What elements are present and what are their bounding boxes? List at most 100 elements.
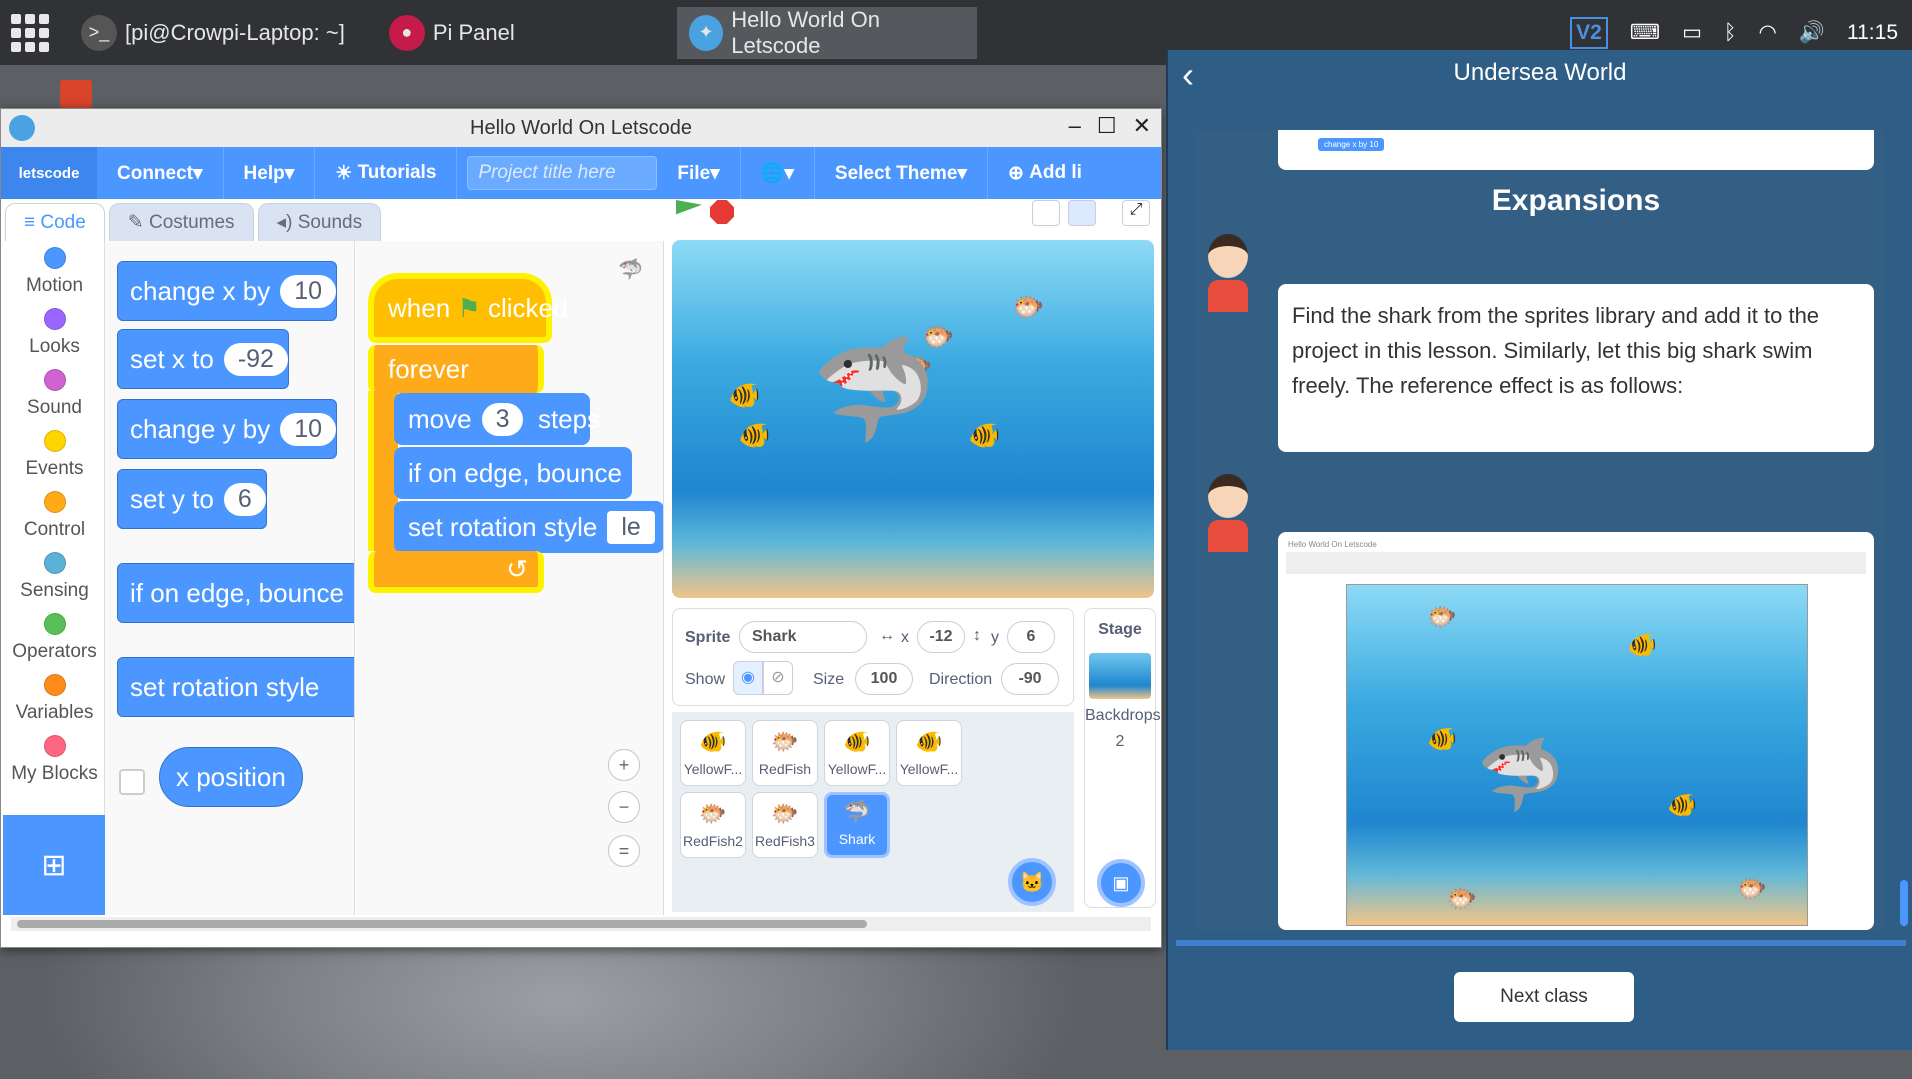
sprite-tile[interactable]: 🐡 RedFish3 [752,792,818,858]
yellow-fish-sprite[interactable]: 🐠 [738,420,770,451]
next-class-button[interactable]: Next class [1454,972,1634,1022]
bluetooth-icon[interactable]: ᛒ [1724,21,1737,45]
red-fish-sprite[interactable]: 🐡 [1012,292,1044,323]
taskbar-letscode[interactable]: ✦ Hello World On Letscode [676,6,977,59]
sprite-tile[interactable]: 🦈 Shark [824,792,890,858]
choose-backdrop-button[interactable]: ▣ [1097,859,1145,907]
battery-icon[interactable]: ▭ [1682,20,1702,45]
menu-help[interactable]: Help▾ [224,147,316,199]
vnc-icon[interactable]: V2 [1570,16,1608,49]
shark-sprite[interactable]: 🦈 [812,332,937,449]
menu-tutorials[interactable]: ☀ Tutorials [315,147,458,199]
y-field[interactable]: 6 [1007,621,1055,653]
choose-sprite-button[interactable]: 🐱 [1008,858,1056,906]
loop-arrow-icon: ↺ [506,553,528,584]
lesson-heading: Expansions [1491,184,1661,217]
category-motion[interactable]: Motion [5,241,104,302]
category-dot-icon [43,612,66,635]
close-button[interactable]: ✕ [1133,113,1151,139]
block-move-steps[interactable]: move 3 steps [394,393,600,445]
block-set-rotation-style-script[interactable]: set rotation style le [394,501,663,553]
zoom-out-button[interactable]: − [608,791,640,823]
tab-sounds[interactable]: ◂) Sounds [257,203,382,241]
tab-costumes[interactable]: ✎ Costumes [108,203,254,241]
block-if-on-edge-bounce[interactable]: if on edge, bounce [117,563,354,623]
block-set-x[interactable]: set x to -92 [117,329,289,389]
yellow-fish-sprite[interactable]: 🐠 [968,420,1000,451]
image-icon: ▣ [1112,872,1130,893]
category-sound[interactable]: Sound [5,363,104,424]
category-my-blocks[interactable]: My Blocks [5,729,104,790]
block-if-on-edge-bounce-script[interactable]: if on edge, bounce [394,447,632,499]
trash-icon[interactable] [60,80,92,110]
category-dot-icon [43,368,66,391]
sprite-tile[interactable]: 🐡 RedFish [752,720,818,786]
letscode-logo[interactable]: letscode [1,147,97,199]
zoom-in-button[interactable]: + [608,749,640,781]
category-dot-icon [43,551,66,574]
maximize-button[interactable]: ☐ [1097,113,1117,139]
block-set-rotation-style[interactable]: set rotation style [117,657,354,717]
green-flag-button[interactable] [676,200,702,215]
menu-connect[interactable]: Connect▾ [97,147,224,199]
zoom-reset-button[interactable]: = [608,835,640,867]
sprite-tile[interactable]: 🐠 YellowF... [896,720,962,786]
x-position-checkbox[interactable] [119,769,145,795]
backdrop-thumbnail[interactable] [1089,653,1151,699]
taskbar-terminal[interactable]: >_ [pi@Crowpi-Laptop: ~] [69,7,357,59]
block-set-y[interactable]: set y to 6 [117,469,267,529]
category-dot-icon [43,734,66,757]
forever-loop-end: ↺ [368,551,544,593]
x-field[interactable]: -12 [917,621,965,653]
block-x-position[interactable]: x position [159,747,303,807]
block-forever[interactable]: forever [368,345,544,393]
sprite-tile[interactable]: 🐠 YellowF... [824,720,890,786]
tab-code[interactable]: ≡ Code [5,203,105,241]
show-eye-icon[interactable]: ◉ [733,661,763,695]
yellow-fish-sprite[interactable]: 🐠 [728,380,760,411]
brush-icon: ✎ [127,212,149,233]
previous-screenshot-card: change x by 10 [1278,130,1874,170]
keyboard-icon[interactable]: ⌨ [1630,20,1660,45]
sprite-name-field[interactable]: Shark [739,621,867,653]
category-operators[interactable]: Operators [5,607,104,668]
block-when-flag-clicked[interactable]: when ⚑ clicked [368,273,567,343]
size-field[interactable]: 100 [855,663,913,695]
code-icon: ≡ [24,211,41,233]
reference-image-card[interactable]: Hello World On Letscode 🐡 🐠 🐠 🦈 🐠 🐡 🐡 [1278,532,1874,930]
category-control[interactable]: Control [5,485,104,546]
sprite-tile[interactable]: 🐡 RedFish2 [680,792,746,858]
letscode-bird-icon: ✦ [688,14,724,51]
small-stage-button[interactable] [1032,200,1060,226]
add-extension-button[interactable]: ⊞ [3,815,105,915]
volume-icon[interactable]: 🔊 [1799,21,1825,45]
hide-eye-icon[interactable]: ⊘ [763,661,793,695]
lesson-scrollbar[interactable] [1900,880,1908,926]
large-stage-button[interactable] [1068,200,1096,226]
teacher-avatar-icon [1204,234,1252,314]
window-titlebar[interactable]: Hello World On Letscode – ☐ ✕ [1,109,1161,147]
stop-button[interactable] [710,200,734,224]
block-palette: change x by 10 set x to -92 change y by 10 … [105,241,355,915]
script-area: 🦈 when ⚑ clicked forever move 3 steps if … [356,241,664,915]
category-sensing[interactable]: Sensing [5,546,104,607]
project-title-input[interactable]: Project title here [467,156,658,190]
category-looks[interactable]: Looks [5,302,104,363]
taskbar-pipanel[interactable]: ● Pi Panel [377,7,527,59]
direction-field[interactable]: -90 [1001,663,1059,695]
minimize-button[interactable]: – [1069,113,1081,139]
fullscreen-icon[interactable]: ⤢ [1122,200,1150,226]
app-menu-icon[interactable] [11,13,49,52]
block-change-y[interactable]: change y by 10 [117,399,338,459]
extension-icon: ⊞ [41,848,67,882]
wifi-icon[interactable]: ◠ [1759,20,1777,45]
category-variables[interactable]: Variables [5,668,104,729]
block-change-x[interactable]: change x by 10 [117,261,338,321]
lesson-content[interactable]: change x by 10 Expansions Find the shark… [1194,130,1884,930]
progress-divider [1176,940,1906,946]
category-events[interactable]: Events [5,424,104,485]
stage-canvas[interactable]: 🐡 🐡 🐡 🦈 🐠 🐠 🐠 [672,240,1154,598]
horizontal-scrollbar[interactable] [11,917,1151,931]
back-chevron-icon[interactable]: ‹ [1182,54,1194,96]
sprite-tile[interactable]: 🐠 YellowF... [680,720,746,786]
